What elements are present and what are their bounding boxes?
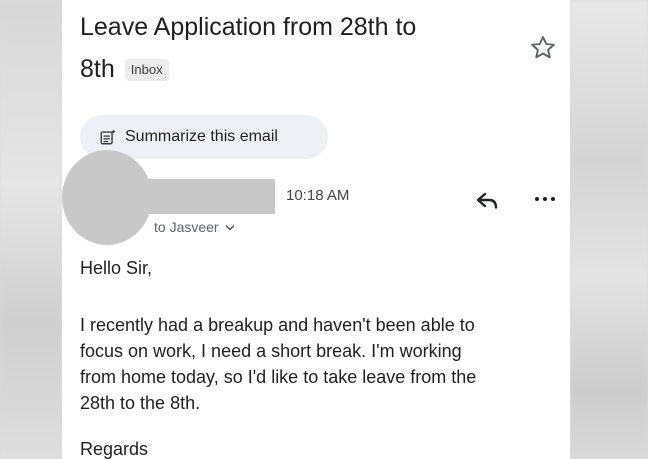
reply-icon[interactable] (474, 190, 500, 212)
sender-avatar-redacted[interactable] (62, 150, 152, 245)
summarize-sparkle-icon (100, 129, 116, 145)
more-options-icon[interactable] (532, 190, 558, 208)
subject-line-1: Leave Application from 28th to (80, 13, 417, 41)
body-line: I recently had a breakup and haven't bee… (80, 315, 475, 335)
email-timestamp: 10:18 AM (286, 187, 350, 204)
inbox-label-badge[interactable]: Inbox (124, 59, 169, 82)
chevron-down-icon[interactable] (225, 224, 235, 232)
body-line: 28th to the 8th. (80, 393, 201, 413)
star-icon[interactable] (528, 33, 558, 63)
recipient-line[interactable]: to Jasveer (154, 219, 235, 235)
email-body: I recently had a breakup and haven't bee… (80, 312, 565, 416)
blurred-background-right (570, 0, 648, 459)
sender-name-redacted (144, 179, 275, 214)
email-greeting: Hello Sir, (80, 258, 153, 278)
recipient-text: to Jasveer (154, 219, 219, 235)
blurred-background-left (0, 0, 62, 459)
subject-line-2: 8th (80, 55, 115, 83)
summarize-label: Summarize this email (125, 128, 278, 145)
body-line: focus on work, I need a short break. I'm… (80, 341, 462, 361)
email-subject: Leave Application from 28th to 8th Inbox (80, 6, 500, 90)
email-view: Leave Application from 28th to 8th Inbox … (62, 0, 570, 459)
body-line: from home today, so I'd like to take lea… (80, 367, 477, 387)
email-signoff: Regards (80, 439, 149, 459)
